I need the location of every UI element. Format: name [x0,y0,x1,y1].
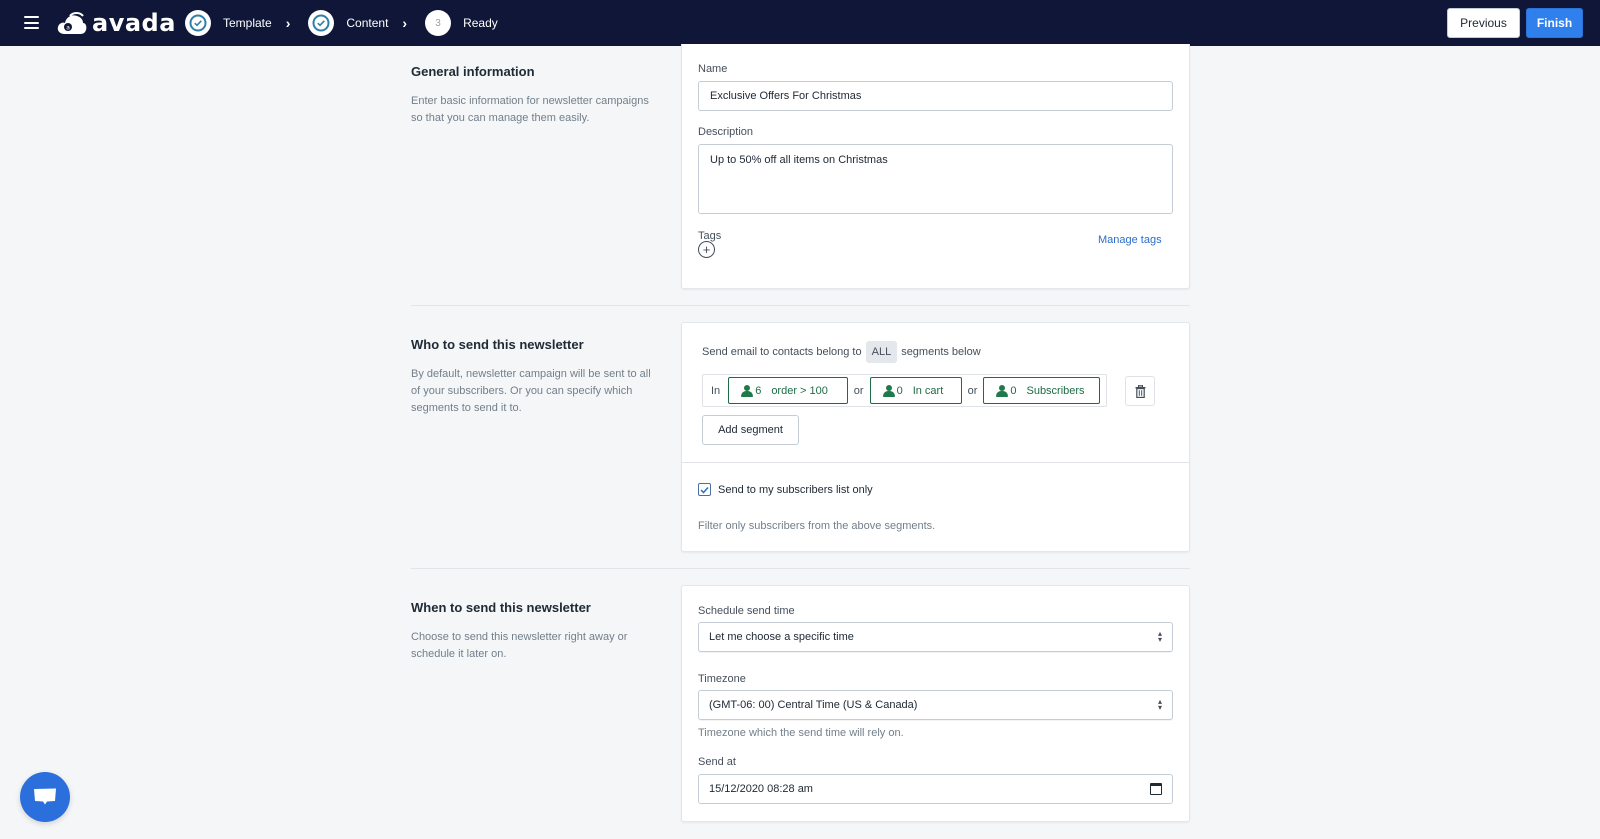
subscribers-only-checkbox[interactable] [698,483,711,496]
when-section-header: When to send this newsletter Choose to s… [411,600,651,663]
segment-pill[interactable]: 6 order > 100 [728,377,848,404]
timezone-select[interactable]: (GMT-06: 00) Central Time (US & Canada) … [698,690,1173,720]
section-divider [411,568,1190,569]
timezone-label: Timezone [698,673,746,685]
or-label: or [853,384,864,397]
check-circle-icon [308,10,335,36]
schedule-label: Schedule send time [698,605,795,617]
section-description: Enter basic information for newsletter c… [411,95,649,124]
checkmark-icon [700,486,709,494]
match-mode-selector[interactable]: ALL [865,341,898,363]
cloud-logo-icon: a [57,12,87,34]
when-card: Schedule send time Let me choose a speci… [681,585,1190,822]
step-ready[interactable]: 3 Ready [425,10,498,36]
segment-name: order > 100 [771,384,828,397]
step-number: 3 [425,10,452,36]
manage-tags-link[interactable]: Manage tags [1098,234,1162,246]
general-info-section-header: General information Enter basic informat… [411,64,651,127]
description-textarea[interactable]: Up to 50% off all items on Christmas [698,144,1173,214]
add-tag-icon[interactable]: + [698,241,715,258]
section-divider [411,305,1190,306]
who-section-header: Who to send this newsletter By default, … [411,337,651,417]
section-title: When to send this newsletter [411,600,591,615]
tags-label: Tags [698,230,722,242]
add-segment-button[interactable]: Add segment [702,415,799,445]
trash-icon [1135,384,1145,398]
segment-count: 0 [1010,384,1017,397]
check-circle-icon [185,10,211,36]
svg-text:a: a [66,24,70,31]
send-at-input[interactable]: 15/12/2020 08:28 am [698,774,1173,804]
step-template[interactable]: Template [185,10,272,36]
section-description: By default, newsletter campaign will be … [411,368,651,414]
timezone-help: Timezone which the send time will rely o… [698,727,904,739]
stepper: Template › Content › 3 Ready [185,0,498,46]
step-label: Template [223,16,272,30]
section-description: Choose to send this newsletter right awa… [411,631,628,660]
subscribers-only-label: Send to my subscribers list only [718,483,873,496]
previous-button[interactable]: Previous [1447,8,1520,38]
calendar-icon[interactable] [1150,783,1162,795]
step-content[interactable]: Content [308,10,388,36]
subscribers-only-help: Filter only subscribers from the above s… [698,520,936,532]
step-label: Content [346,16,389,30]
or-label: or [967,384,978,397]
description-label: Description [698,126,754,138]
timezone-value: (GMT-06: 00) Central Time (US & Canada) [709,699,918,711]
select-arrows-icon: ▴ ▾ [1157,697,1162,712]
user-icon [741,384,754,397]
who-card: Send email to contacts belong to ALL seg… [681,322,1190,552]
finish-button[interactable]: Finish [1526,8,1583,38]
name-input[interactable] [698,81,1173,111]
schedule-select[interactable]: Let me choose a specific time ▴ ▾ [698,622,1173,652]
section-title: Who to send this newsletter [411,337,584,352]
send-at-label: Send at [698,756,736,768]
chat-icon [34,788,56,805]
top-bar: a avada Template › Content › 3 Ready Pre… [0,0,1600,46]
step-label: Ready [463,16,498,30]
segment-count: 0 [896,384,903,397]
segment-count: 6 [755,384,762,397]
user-icon [996,384,1009,397]
chevron-right-icon: › [285,15,291,31]
schedule-value: Let me choose a specific time [709,631,854,643]
name-label: Name [698,63,728,75]
select-arrows-icon: ▴ ▾ [1157,629,1162,644]
send-at-value: 15/12/2020 08:28 am [709,783,813,795]
segment-sentence: Send email to contacts belong to ALL seg… [702,341,981,363]
logo-text: avada [92,9,176,37]
segment-name: Subscribers [1026,384,1085,397]
general-info-card: Name Description Up to 50% off all items… [681,44,1190,289]
menu-icon[interactable] [24,16,39,29]
logo: a avada [56,8,176,38]
in-label: In [711,384,721,397]
section-title: General information [411,64,535,79]
sentence-before: Send email to contacts belong to [702,346,862,358]
user-icon [882,384,895,397]
card-separator [682,462,1189,463]
segment-pill[interactable]: 0 In cart [869,377,962,404]
delete-segment-button[interactable] [1125,376,1155,406]
segment-name: In cart [912,384,944,397]
subscribers-only-option[interactable]: Send to my subscribers list only [698,483,873,496]
chat-button[interactable] [20,772,70,822]
segment-group: In 6 order > 100 or 0 In cart or 0 Subsc… [702,374,1107,407]
chevron-right-icon: › [402,15,408,31]
segment-pill[interactable]: 0 Subscribers [983,377,1100,404]
sentence-after: segments below [901,346,981,358]
